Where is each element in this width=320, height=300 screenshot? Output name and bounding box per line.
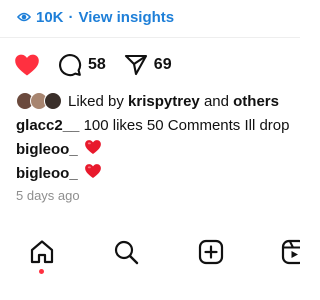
post-details-screen: 10K · View insights 58 69 Liked by krisp…: [0, 0, 300, 300]
liked-by-others[interactable]: others: [233, 93, 279, 110]
view-insights-link[interactable]: 10K · View insights: [17, 7, 174, 27]
liked-by-conjunction: and: [203, 92, 229, 110]
nav-reels[interactable]: [280, 238, 300, 266]
post-timestamp: 5 days ago: [16, 188, 80, 203]
nav-create[interactable]: [197, 238, 225, 266]
comment-button[interactable]: 58: [58, 53, 106, 77]
view-count: 10K: [36, 8, 64, 26]
comment-username[interactable]: bigleoo_: [16, 165, 78, 182]
share-count: 69: [153, 56, 172, 73]
liked-by-prefix: Liked by: [68, 92, 124, 110]
insights-separator: ·: [68, 8, 74, 26]
search-icon: [113, 239, 139, 265]
comment-row: bigleoo_: [16, 163, 102, 183]
comment-username[interactable]: bigleoo_: [16, 141, 78, 158]
avatar: [44, 92, 62, 110]
heart-filled-icon: [14, 53, 40, 77]
reels-icon: [281, 239, 300, 265]
red-heart-emoji: [84, 163, 102, 183]
active-indicator-dot: [39, 269, 44, 274]
create-post-icon: [198, 239, 224, 265]
liked-by-user[interactable]: krispytrey: [128, 93, 200, 110]
view-insights-label: View insights: [78, 8, 175, 26]
liked-by-row[interactable]: Liked by krispytrey and others: [16, 91, 279, 111]
caption-text: 100 likes 50 Comments Ill drop: [83, 117, 290, 134]
comment-bubble-icon: [58, 53, 82, 77]
paper-plane-icon: [124, 53, 148, 77]
comment-row: bigleoo_: [16, 139, 102, 159]
caption-username[interactable]: glacc2__: [16, 117, 79, 134]
eye-icon: [17, 11, 31, 23]
home-icon: [29, 239, 55, 265]
nav-search[interactable]: [112, 238, 140, 266]
post-caption: glacc2__ 100 likes 50 Comments Ill drop: [16, 116, 300, 136]
comment-count: 58: [88, 56, 106, 73]
bottom-nav: [0, 224, 300, 300]
like-button[interactable]: [14, 53, 40, 77]
red-heart-emoji: [84, 139, 102, 159]
post-actions-row: 58 69: [14, 51, 172, 79]
share-button[interactable]: 69: [124, 53, 172, 77]
nav-home[interactable]: [28, 238, 56, 266]
liker-avatars: [16, 92, 66, 110]
section-divider: [0, 37, 300, 38]
